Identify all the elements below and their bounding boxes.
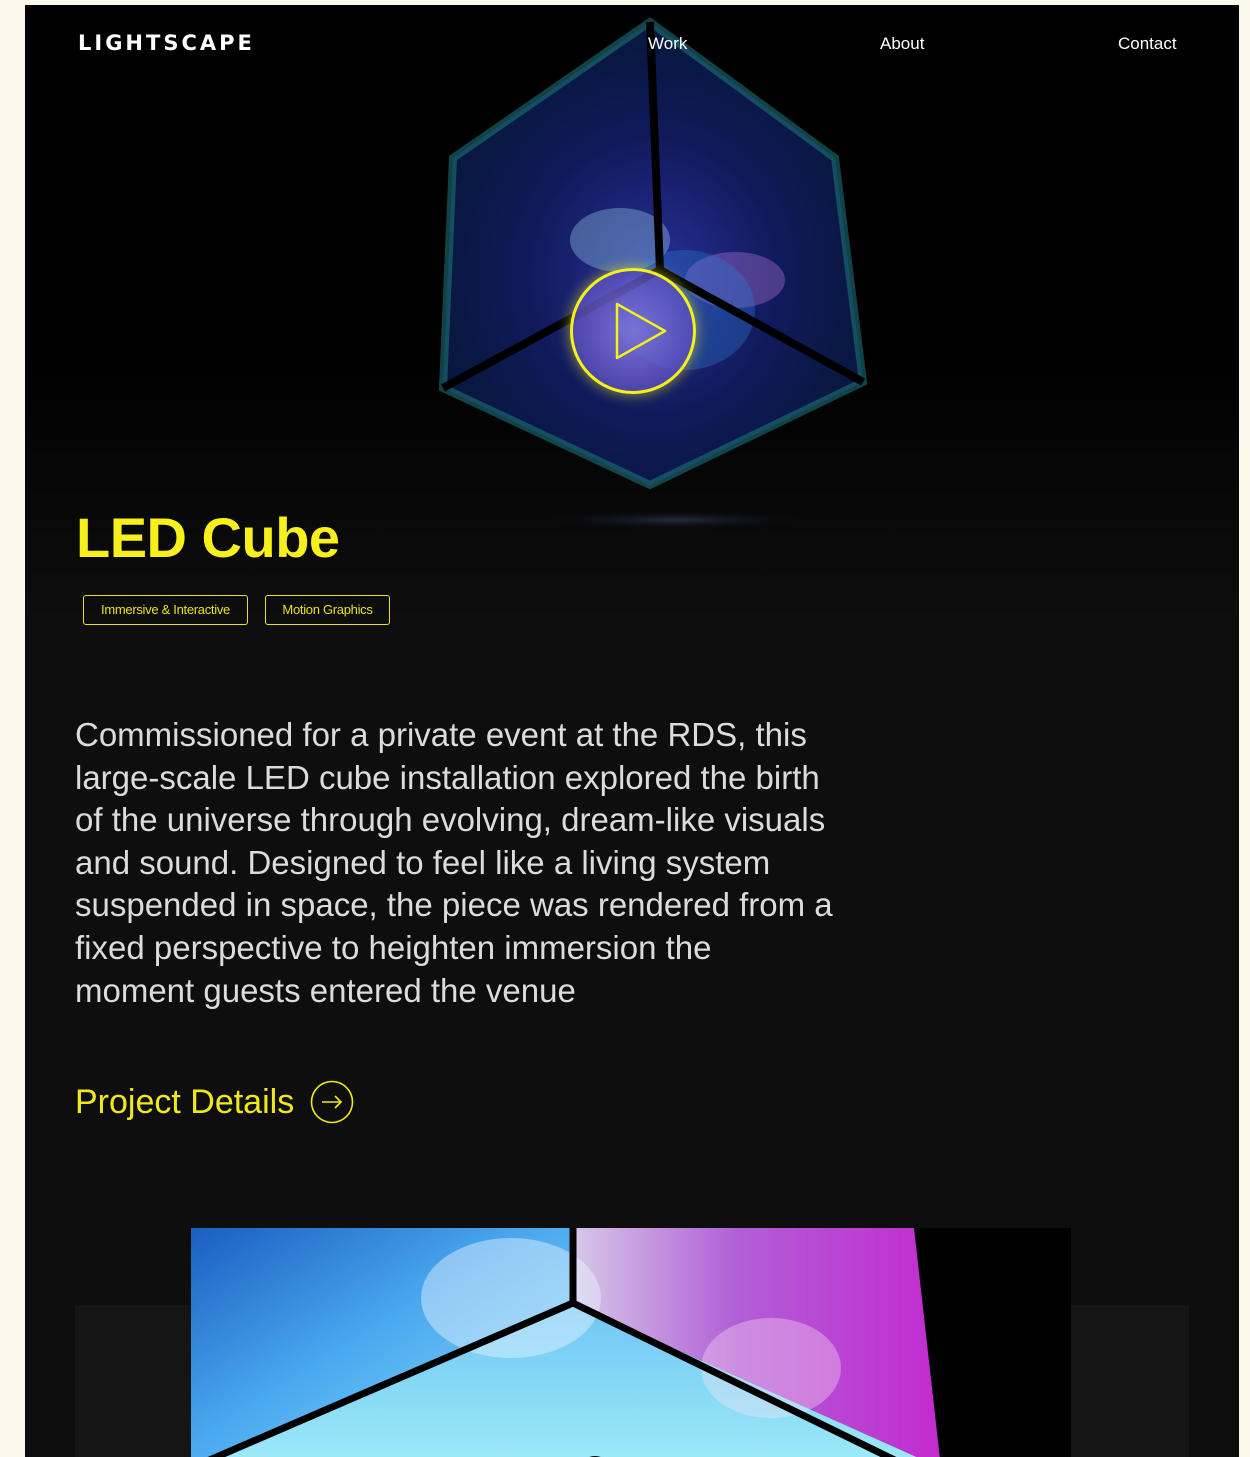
- project-photo: [191, 1228, 1071, 1457]
- tag-immersive-interactive[interactable]: Immersive & Interactive: [83, 595, 248, 625]
- logo[interactable]: LIGHTSCAPE: [78, 31, 255, 55]
- nav-about[interactable]: About: [880, 34, 924, 54]
- project-details-link[interactable]: Project Details: [75, 1077, 354, 1127]
- project-description: Commissioned for a private event at the …: [75, 716, 833, 1009]
- nav-contact[interactable]: Contact: [1118, 34, 1177, 54]
- arrow-right-circle-icon: [310, 1080, 354, 1124]
- project-details-label: Project Details: [75, 1082, 295, 1121]
- project-title: LED Cube: [76, 506, 340, 569]
- nav-work[interactable]: Work: [648, 34, 687, 54]
- tag-motion-graphics[interactable]: Motion Graphics: [265, 595, 390, 625]
- play-button[interactable]: [570, 268, 696, 394]
- led-cube-photo: [191, 1228, 1071, 1457]
- page: LIGHTSCAPE Work About Contact LED Cube I…: [25, 5, 1239, 1457]
- play-icon: [615, 302, 667, 360]
